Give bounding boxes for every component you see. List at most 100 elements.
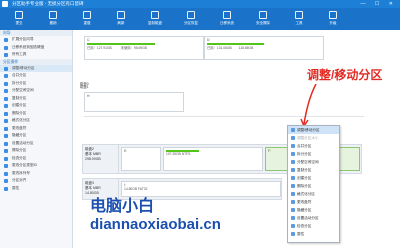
sidebar-item-drive-letter[interactable]: 更改盘符 — [0, 125, 72, 133]
ctx-hide[interactable]: 隐藏分区 — [288, 206, 339, 214]
ctx-allocate[interactable]: 分配空闲空间 — [288, 158, 339, 166]
used-bar — [207, 43, 264, 45]
toolbar-label: 撤销 — [49, 21, 57, 25]
sidebar-item-serial[interactable]: 更改序列号 — [0, 170, 72, 178]
used-bar — [87, 43, 156, 45]
ctx-resize[interactable]: 调整分区大小 — [288, 134, 339, 142]
app-logo-icon — [2, 1, 8, 7]
sidebar-item-hide[interactable]: 隐藏分区 — [0, 132, 72, 140]
partition-used: 已用：131.06GB — [207, 46, 232, 50]
ctx-label: 创建分区 — [297, 176, 312, 180]
partition-letter: H: — [87, 94, 91, 98]
delete-icon — [4, 111, 8, 116]
sidebar-item-merge[interactable]: 合并分区 — [0, 72, 72, 80]
create-icon — [4, 104, 8, 108]
drive-letter-icon — [4, 126, 8, 131]
sidebar-item-extend-wizard[interactable]: 扩展分区向导 — [0, 36, 72, 44]
watermark-url: diannaoxiaobai.cn — [90, 216, 221, 233]
sidebar-item-properties[interactable]: 属性 — [0, 185, 72, 193]
sidebar-item-migrate-ssd[interactable]: 迁移系统到固态硬盘 — [0, 44, 72, 52]
sidebar-item-label: 设置活动分区 — [12, 140, 34, 145]
sidebar-item-delete[interactable]: 删除分区 — [0, 110, 72, 118]
toolbar-recover-button[interactable]: 分区恢复 — [176, 10, 206, 29]
sidebar-item-create[interactable]: 创建分区 — [0, 102, 72, 110]
toolbar-redo-button[interactable]: 重做 — [72, 10, 102, 29]
toolbar-tools-button[interactable]: 工具 — [284, 10, 314, 29]
refresh-icon — [117, 11, 125, 19]
sidebar-item-label: 更改序列号 — [12, 170, 30, 175]
ctx-properties[interactable]: 属性 — [288, 230, 339, 238]
sidebar-item-split[interactable]: 拆分分区 — [0, 80, 72, 88]
sidebar-item-label: 更改盘符 — [12, 125, 27, 130]
sidebar-item-change-type[interactable]: 更改分区类型ID — [0, 162, 72, 170]
sidebar-item-wipe[interactable]: 擦除分区 — [0, 147, 72, 155]
sidebar-item-label: 擦除分区 — [12, 148, 27, 152]
partition-used: 已用：127.91GB — [87, 46, 112, 50]
ctx-resize-move[interactable]: 调整/移动分区 — [288, 126, 339, 134]
check-icon — [4, 156, 8, 161]
window-controls[interactable]: — ☐ ✕ — [361, 1, 397, 7]
partition-free: 未使用：95.69GB — [120, 46, 147, 50]
ctx-check[interactable]: 检查分区 — [288, 222, 339, 230]
toolbar-undo-button[interactable]: 撤销 — [38, 10, 68, 29]
hide-icon — [291, 208, 295, 212]
sidebar-item-label: 更改分区类型ID — [12, 163, 38, 167]
ctx-label: 删除分区 — [297, 184, 312, 188]
toolbar-upgrade-button[interactable]: 升级 — [318, 10, 348, 29]
toolbar-copy-disk-button[interactable]: 复制磁盘 — [140, 10, 170, 29]
toolbar-label: 刷新 — [117, 21, 125, 25]
annotation-label: 调整/移动分区 — [307, 68, 383, 82]
sidebar-item-resize[interactable]: 调整/移动分区 — [0, 64, 72, 72]
sidebar-item-label: 合并分区 — [12, 73, 27, 77]
split-icon — [4, 81, 8, 86]
partition-c[interactable]: C: 已用：127.91GB 未使用：95.69GB — [84, 36, 204, 60]
partition-d[interactable]: D: 已用：131.06GB 118.65GB — [204, 36, 324, 60]
merge-icon — [291, 144, 295, 148]
tools-icon — [4, 53, 8, 57]
sidebar-item-allocate[interactable]: 分配空闲空间 — [0, 87, 72, 95]
resize-icon — [291, 128, 295, 132]
ctx-format[interactable]: 格式化分区 — [288, 190, 339, 198]
ctx-split[interactable]: 拆分分区 — [288, 150, 339, 158]
serial-icon — [4, 171, 8, 176]
toolbar-label: 重做 — [83, 21, 91, 25]
ctx-merge[interactable]: 合并分区 — [288, 142, 339, 150]
toolbar-refresh-button[interactable]: 刷新 — [106, 10, 136, 29]
ctx-create[interactable]: 创建分区 — [288, 174, 339, 182]
wizard-icon — [4, 38, 8, 42]
submit-icon — [15, 11, 23, 19]
ctx-set-active[interactable]: 设置活动分区 — [288, 214, 339, 222]
disk0-label: 磁盘0 — [80, 82, 89, 86]
ctx-copy[interactable]: 复制分区 — [288, 166, 339, 174]
sidebar-item-set-active[interactable]: 设置活动分区 — [0, 140, 72, 148]
sidebar-item-check[interactable]: 检查分区 — [0, 155, 72, 163]
ctx-label: 设置活动分区 — [297, 216, 319, 220]
partition-fs: 14.80GB FAT32 — [124, 187, 148, 191]
sidebar-item-label: 删除分区 — [12, 110, 27, 115]
toolbar-label: 复制磁盘 — [148, 21, 162, 25]
sidebar-item-copy[interactable]: 复制分区 — [0, 95, 72, 103]
toolbar-submit-button[interactable]: 提交 — [4, 10, 34, 29]
ctx-delete[interactable]: 删除分区 — [288, 182, 339, 190]
partition-e[interactable]: E: — [121, 147, 161, 171]
check-icon — [291, 224, 295, 228]
partition-h[interactable]: H: — [84, 92, 184, 112]
ctx-drive-letter[interactable]: 更改盘符 — [288, 198, 339, 206]
partition-letter: E: — [124, 149, 128, 153]
annotation-arrow-icon — [300, 84, 317, 128]
toolbar-wipe-button[interactable]: 安全擦除 — [248, 10, 278, 29]
partition-e-detail[interactable]: 107.35GB NTFS — [163, 147, 263, 171]
watermark-title: 电脑小白 — [90, 198, 155, 215]
toolbar-label: 安全擦除 — [256, 21, 270, 25]
toolbar-migrate-button[interactable]: 迁移系统 — [212, 10, 242, 29]
recover-icon — [187, 11, 195, 19]
sidebar-item-label: 复制分区 — [12, 95, 27, 100]
copy-icon — [291, 168, 295, 172]
sidebar-item-label: 隐藏分区 — [12, 133, 27, 137]
sidebar-item-align[interactable]: 分区对齐 — [0, 177, 72, 185]
ctx-label: 分配空闲空间 — [297, 160, 319, 164]
sidebar-item-format[interactable]: 格式化分区 — [0, 117, 72, 125]
sidebar-item-all-tools[interactable]: 所有工具 — [0, 51, 72, 59]
allocate-icon — [4, 89, 8, 93]
toolbar-label: 提交 — [15, 21, 23, 25]
